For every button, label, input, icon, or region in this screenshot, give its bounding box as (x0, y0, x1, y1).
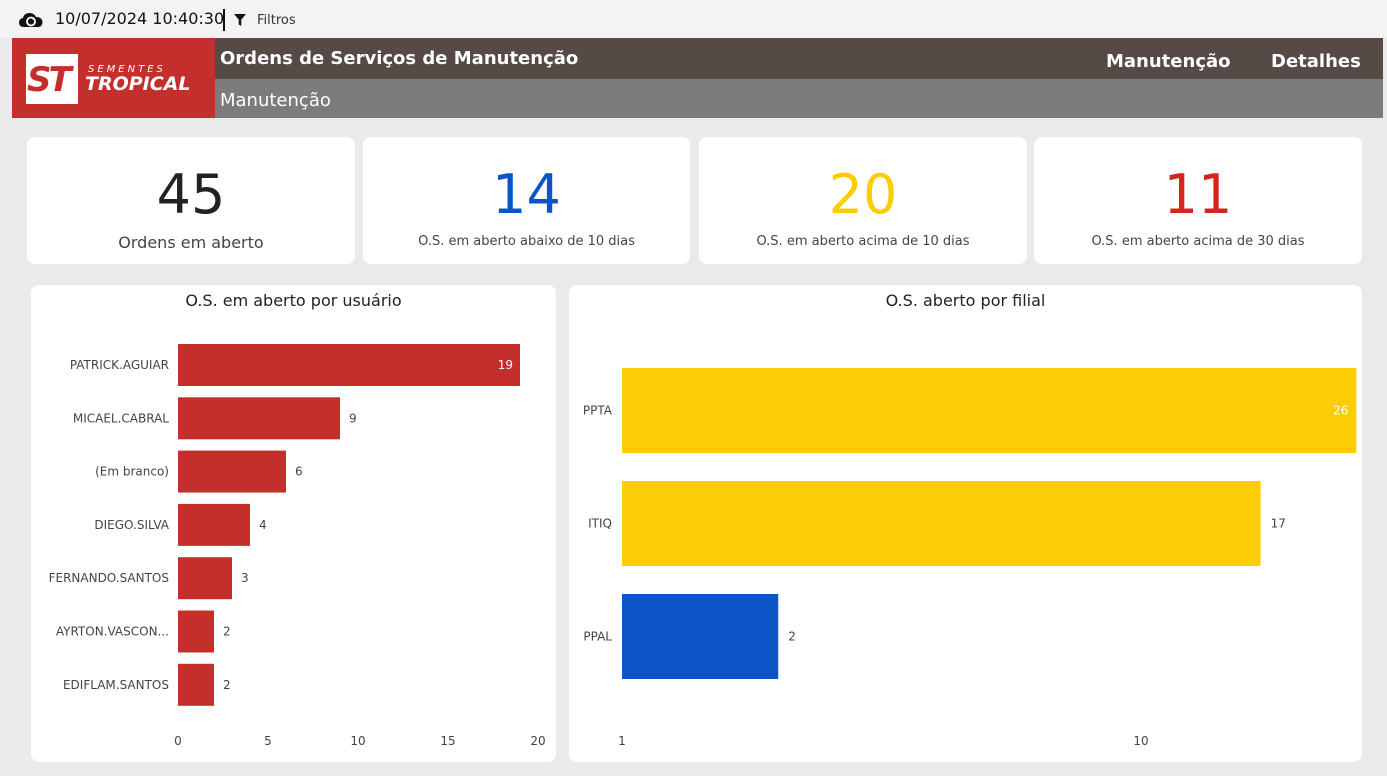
category-label: PATRICK.AGUIAR (70, 358, 169, 372)
bar[interactable] (622, 368, 1357, 453)
category-label: (Em branco) (95, 465, 169, 479)
x-tick-label: 0 (174, 734, 182, 748)
kpi-value: 20 (828, 163, 898, 226)
data-label: 9 (349, 411, 357, 425)
kpi-label: O.S. em aberto acima de 30 dias (1091, 234, 1305, 249)
page-subtitle: Manutenção (220, 90, 331, 111)
category-label: PPTA (583, 404, 613, 418)
category-label: DIEGO.SILVA (94, 518, 169, 532)
report-toolbar: 10/07/2024 10:40:30 Filtros (0, 0, 1387, 38)
kpi-value: 14 (492, 163, 561, 226)
bar[interactable] (178, 503, 250, 546)
filter-icon[interactable] (233, 13, 247, 27)
category-label: MICAEL.CABRAL (73, 411, 169, 425)
data-label: 2 (223, 678, 231, 692)
x-tick-label: 20 (530, 734, 545, 748)
logo-mark: ST (26, 54, 78, 104)
category-label: FERNANDO.SANTOS (49, 571, 169, 585)
data-label: 2 (223, 625, 231, 639)
bar[interactable] (178, 450, 286, 493)
company-logo: ST SEMENTES TROPICAL (12, 38, 215, 118)
bar[interactable] (622, 481, 1261, 566)
chart-card-by-branch: O.S. aberto por filial PPTA 26 ITIQ 17 PPAL 2… (569, 285, 1362, 762)
header-subtitle-bar (215, 79, 1383, 118)
data-label: 6 (295, 465, 303, 479)
kpi-value: 45 (156, 163, 226, 226)
data-label: 4 (259, 518, 267, 532)
bar[interactable] (178, 397, 340, 440)
nav-manutencao[interactable]: Manutenção (1106, 51, 1231, 72)
nav-detalhes[interactable]: Detalhes (1271, 51, 1361, 72)
x-tick-label: 10 (350, 734, 365, 748)
bar-chart-by-branch: PPTA 26 ITIQ 17 PPAL 2 1 10 (583, 368, 1357, 748)
bar[interactable] (178, 610, 214, 653)
bar[interactable] (622, 594, 779, 679)
data-label: 26 (1333, 404, 1348, 418)
bar[interactable] (178, 663, 214, 706)
kpi-label: O.S. em aberto acima de 10 dias (756, 234, 970, 249)
data-label: 17 (1271, 517, 1286, 531)
last-refresh-timestamp: 10/07/2024 10:40:30 (55, 9, 225, 28)
kpi-card-over-10-days: 20 O.S. em aberto acima de 10 dias (699, 137, 1027, 264)
data-label: 3 (241, 571, 249, 585)
toolbar-divider (223, 9, 225, 31)
bar[interactable] (178, 344, 520, 386)
kpi-value: 11 (1163, 163, 1233, 226)
bar-chart-by-user: PATRICK.AGUIAR 19 MICAEL.CABRAL 9 (Em branco… (49, 344, 546, 748)
x-tick-label: 15 (440, 734, 455, 748)
x-tick-label: 10 (1133, 734, 1148, 748)
kpi-card-open-orders: 45 Ordens em aberto (27, 137, 355, 264)
logo-text-bottom: TROPICAL (85, 73, 191, 95)
x-tick-label: 1 (618, 734, 626, 748)
data-label: 19 (498, 358, 513, 372)
filters-button[interactable]: Filtros (257, 13, 296, 28)
category-label: PPAL (583, 630, 612, 644)
category-label: AYRTON.VASCON... (56, 625, 169, 639)
category-label: ITIQ (588, 517, 612, 531)
kpi-label: Ordens em aberto (118, 233, 264, 252)
cloud-refresh-icon[interactable] (18, 10, 44, 30)
data-label: 2 (788, 630, 796, 644)
page-title: Ordens de Serviços de Manutenção (220, 48, 579, 69)
x-tick-label: 5 (264, 734, 272, 748)
category-label: EDIFLAM.SANTOS (63, 678, 169, 692)
kpi-label: O.S. em aberto abaixo de 10 dias (418, 234, 635, 249)
kpi-card-under-10-days: 14 O.S. em aberto abaixo de 10 dias (363, 137, 690, 264)
chart-card-by-user: O.S. em aberto por usuário PATRICK.AGUIA… (31, 285, 556, 762)
bar[interactable] (178, 557, 232, 600)
kpi-card-over-30-days: 11 O.S. em aberto acima de 30 dias (1034, 137, 1362, 264)
